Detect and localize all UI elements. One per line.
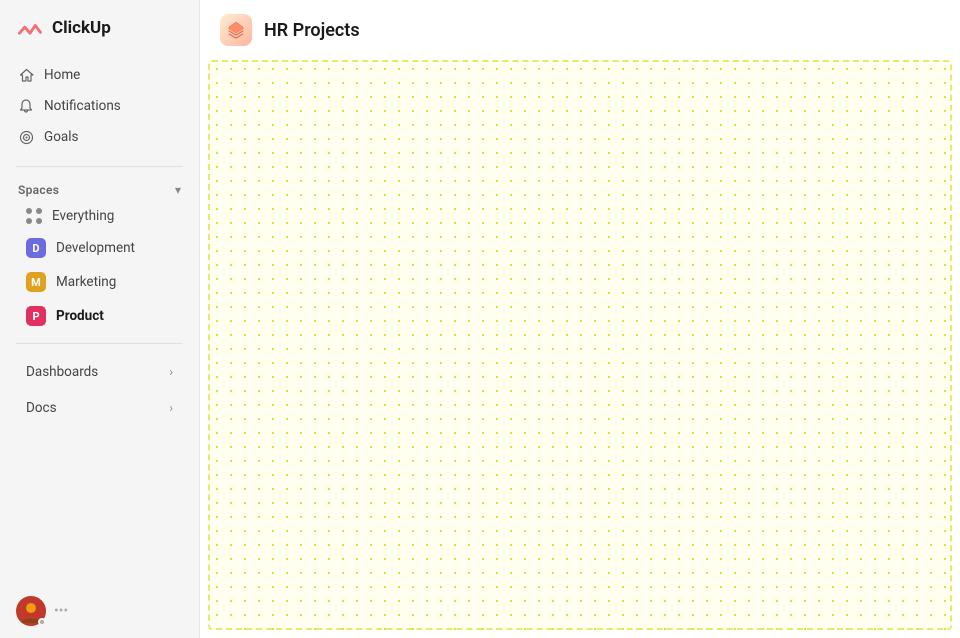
- product-badge: P: [26, 306, 46, 326]
- space-development[interactable]: D Development: [8, 231, 191, 265]
- spaces-title: Spaces: [18, 183, 59, 197]
- content-area: [208, 60, 952, 630]
- nav-notifications[interactable]: Notifications: [8, 91, 191, 121]
- user-status-dots: •••: [54, 603, 68, 619]
- space-development-label: Development: [56, 240, 135, 256]
- user-avatar-container[interactable]: [16, 596, 46, 626]
- logo-text: ClickUp: [52, 18, 111, 38]
- sidebar-bottom: •••: [0, 584, 199, 638]
- space-product[interactable]: P Product: [8, 299, 191, 333]
- spaces-chevron-icon: ▾: [175, 183, 181, 197]
- development-badge: D: [26, 238, 46, 258]
- clickup-logo-icon: [16, 14, 44, 42]
- main-nav: Home Notifications Goals: [0, 56, 199, 156]
- home-icon: [18, 67, 34, 83]
- divider-2: [16, 343, 183, 344]
- nav-home[interactable]: Home: [8, 60, 191, 90]
- everything-dots-icon: [26, 208, 42, 224]
- dashboards-section[interactable]: Dashboards ›: [8, 356, 191, 388]
- notifications-label: Notifications: [44, 98, 121, 114]
- dashboards-chevron-icon: ›: [169, 365, 173, 379]
- goals-label: Goals: [44, 129, 79, 145]
- logo-area[interactable]: ClickUp: [0, 0, 199, 56]
- docs-chevron-icon: ›: [169, 401, 173, 415]
- nav-goals[interactable]: Goals: [8, 122, 191, 152]
- space-everything[interactable]: Everything: [8, 201, 191, 231]
- sidebar: ClickUp Home Notifications: [0, 0, 200, 638]
- page-icon: [220, 14, 252, 46]
- space-marketing-label: Marketing: [56, 274, 116, 290]
- page-header: HR Projects: [200, 0, 960, 60]
- space-everything-label: Everything: [52, 208, 114, 224]
- docs-label: Docs: [26, 400, 57, 416]
- space-marketing[interactable]: M Marketing: [8, 265, 191, 299]
- goals-icon: [18, 129, 34, 145]
- space-product-label: Product: [56, 308, 104, 324]
- dashboards-label: Dashboards: [26, 364, 98, 380]
- bell-icon: [18, 98, 34, 114]
- main-content: HR Projects: [200, 0, 960, 638]
- home-label: Home: [44, 67, 80, 83]
- avatar-status-dot: [38, 618, 46, 626]
- page-title: HR Projects: [264, 20, 360, 41]
- marketing-badge: M: [26, 272, 46, 292]
- docs-section[interactable]: Docs ›: [8, 392, 191, 424]
- divider-1: [16, 166, 183, 167]
- spaces-header[interactable]: Spaces ▾: [0, 177, 199, 201]
